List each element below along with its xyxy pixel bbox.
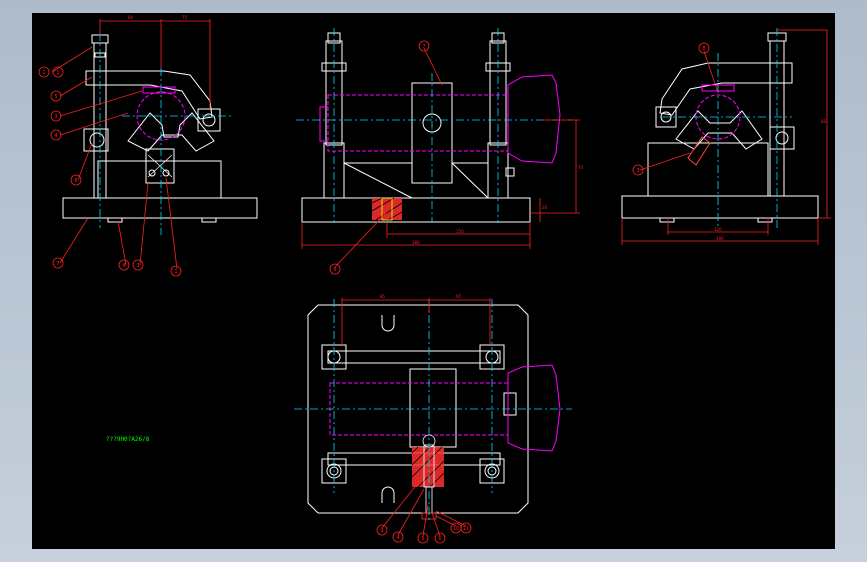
top-centerlines: [294, 299, 572, 523]
front-cross-lines: [147, 154, 173, 178]
cad-drawing-area[interactable]: 2153467431 60 75 7 8 180 150 70 20 8 3 1…: [32, 13, 835, 549]
front-dimensions: 2 1 5 3 4 6 7 4 3 1: [38, 19, 211, 277]
right-view-balloon-label-2: 3: [636, 168, 639, 174]
top-leader-4: [397, 488, 425, 536]
front-view-balloon-label-4: 3: [54, 114, 57, 120]
front-leader-3: [59, 90, 143, 117]
front-leader-7: [59, 217, 89, 264]
front-pivot-hole: [89, 132, 105, 148]
front-view-balloon-label-6: 6: [74, 178, 77, 184]
right-pivot-block: [769, 126, 795, 150]
front-leader-3b: [139, 182, 149, 266]
top-slot-upper: [381, 315, 395, 332]
top-dim-text-left: 85: [380, 294, 386, 299]
top-view-balloon-label-2: 4: [396, 535, 399, 541]
right-foot-right: [757, 217, 773, 223]
side-dim-text-inner: 150: [456, 229, 464, 234]
front-balloons: 2 1 5 3 4 6 7 4 3 1: [38, 66, 182, 277]
top-workpiece: [329, 364, 561, 452]
side-view-balloon-label-1: 7: [422, 44, 425, 50]
side-dim-text-height: 70: [578, 165, 584, 170]
front-base-foot-right: [201, 217, 217, 223]
right-key: [687, 136, 711, 166]
side-centerlines: [296, 28, 572, 223]
front-view-balloon-label-1: 2: [42, 70, 45, 76]
front-leader-6: [77, 142, 93, 181]
side-leader-8: [334, 212, 387, 268]
right-pivot-hole: [775, 131, 789, 145]
top-view-balloon-label-4: 6: [438, 536, 441, 542]
top-section-hatch: [412, 447, 444, 487]
front-view-balloon-label-2: 1: [56, 70, 59, 76]
right-workpiece: [687, 84, 741, 166]
top-leader-9: [381, 482, 419, 529]
right-dim-text-height: 60: [821, 119, 827, 124]
top-slot-lower: [381, 486, 395, 503]
right-balloons: 83: [632, 42, 710, 176]
front-view-balloon-label-9: 3: [136, 263, 139, 269]
front-dim-text-right: 75: [182, 15, 188, 20]
right-dim-text-outer: 190: [716, 236, 724, 241]
top-upper-rail: [327, 350, 501, 364]
right-centerlines: [662, 28, 792, 228]
front-centerlines: [99, 33, 232, 235]
front-leader-5: [59, 76, 93, 97]
front-dim-text-left: 60: [128, 15, 134, 20]
top-dimensions: 9 4 5 6 10 11: [341, 298, 491, 544]
front-view-balloon-label-5: 4: [54, 133, 57, 139]
right-leader-8: [703, 50, 719, 94]
side-right-nib: [505, 167, 515, 177]
side-workpiece-head: [507, 74, 561, 164]
top-view-balloon-label-1: 9: [380, 528, 383, 534]
front-view-balloon-label-3: 5: [54, 94, 57, 100]
side-workpiece-body: [327, 94, 509, 152]
side-web-lines: [343, 162, 489, 199]
top-view-balloon-label-3: 5: [421, 536, 424, 542]
right-clamp-arm: [659, 62, 793, 116]
side-view-balloon-label-2: 8: [333, 267, 336, 273]
front-view-balloon-label-8: 4: [122, 263, 125, 269]
top-view-balloon-label-6: 11: [463, 526, 469, 532]
front-view-balloon-label-7: 7: [56, 261, 59, 267]
side-dim-text-base: 20: [542, 205, 548, 210]
top-right-nib: [503, 392, 517, 416]
side-workpiece-end: [319, 106, 328, 142]
front-base-foot-left: [107, 217, 123, 223]
front-leader-4b: [117, 220, 127, 266]
front-base-plate: [62, 197, 258, 219]
side-leader-7: [423, 47, 443, 86]
right-view: [621, 32, 819, 223]
top-leader-5: [422, 504, 429, 537]
front-right-block: [197, 108, 221, 132]
front-view-balloon-label-10: 1: [174, 269, 177, 275]
top-balloons: 9 4 5 6 10 11: [376, 522, 472, 544]
side-dim-text-outer: 180: [412, 240, 420, 245]
top-dim-text-right: 95: [456, 294, 462, 299]
front-view: [62, 34, 258, 223]
right-foot-left: [659, 217, 675, 223]
front-leader-2: [51, 46, 93, 73]
right-base-plate: [621, 195, 819, 219]
top-view-balloon-label-5: 10: [453, 526, 459, 532]
drawing-note: ???9H0?A26/8: [106, 436, 150, 443]
cad-canvas[interactable]: 2 153467 4 31 60 75 78 180 150 70 20 83 …: [32, 13, 835, 549]
side-base-plate: [301, 197, 531, 223]
front-leader-1b: [165, 177, 178, 270]
right-body: [647, 142, 769, 197]
side-view: [301, 32, 531, 223]
right-view-balloon-label-1: 8: [702, 46, 705, 52]
side-section: [371, 197, 403, 221]
right-dim-text-inner: 120: [714, 227, 722, 232]
side-section-hatch: [372, 198, 402, 220]
